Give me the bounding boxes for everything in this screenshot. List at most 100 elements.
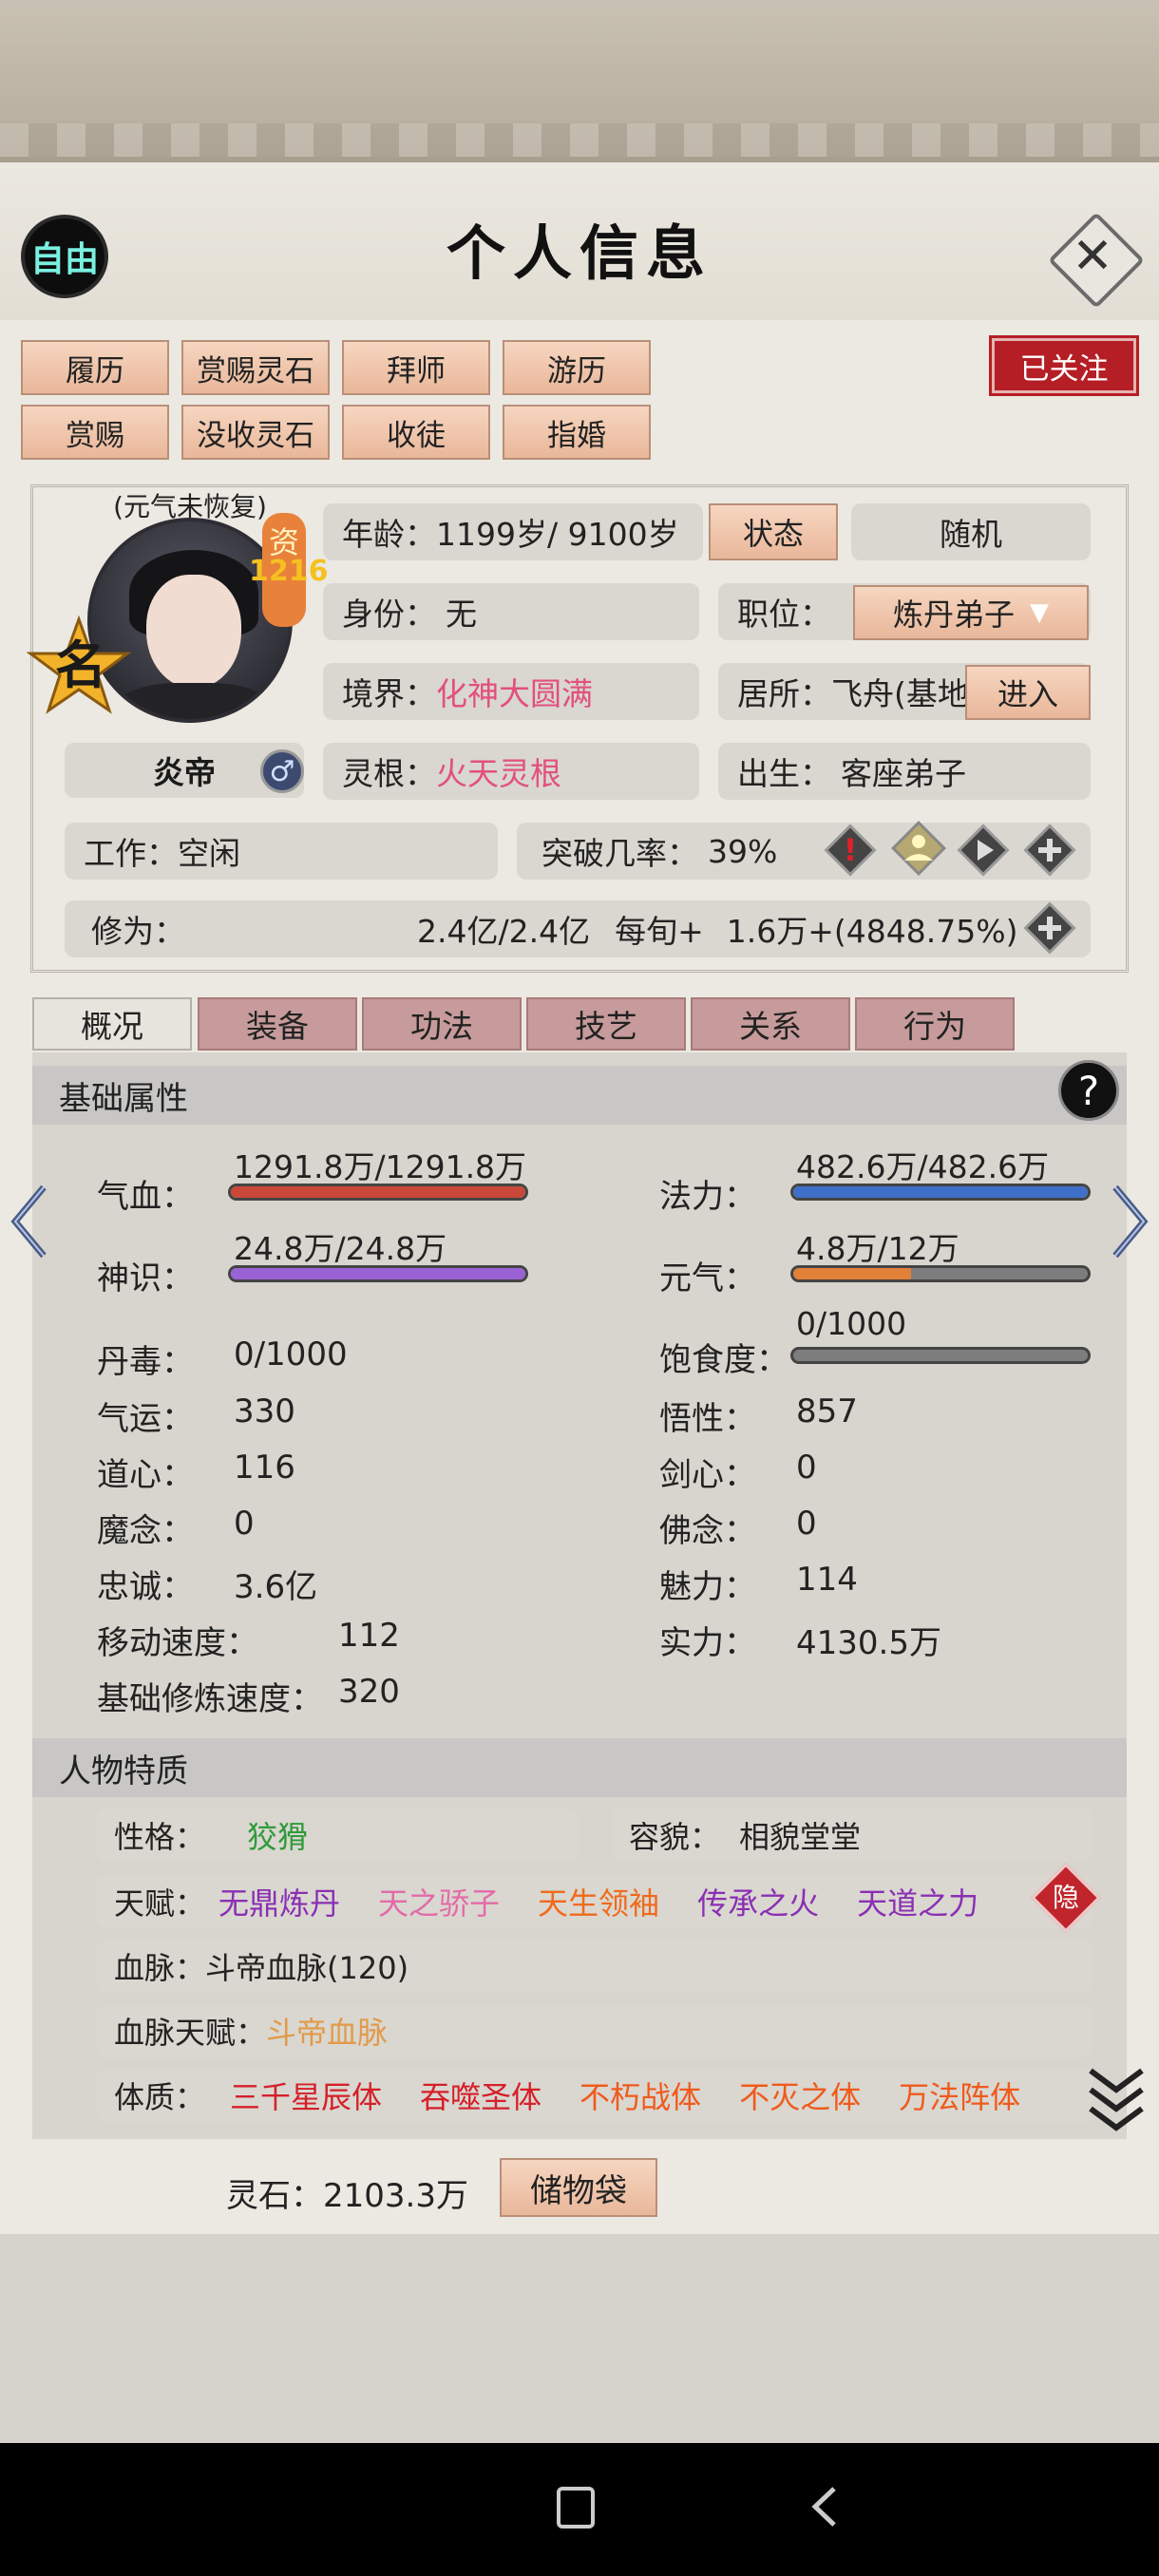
spirit-root-field: 灵根： 火天灵根 [323,743,699,800]
meditation-icon[interactable] [889,819,948,878]
talent-item[interactable]: 传承之火 [697,1880,819,1923]
help-icon[interactable]: ? [1058,1060,1119,1121]
play-icon[interactable] [956,823,1011,878]
residence-value: 飞舟(基地 [831,675,969,712]
bloodline-talent-label: 血脉天赋： [114,2015,267,2051]
random-label: 随机 [940,516,1002,553]
dao-value: 116 [234,1449,295,1487]
cultivation-value: 2.4亿/2.4亿 [417,913,591,950]
root-value: 火天灵根 [436,755,561,792]
buddha-value: 0 [796,1505,817,1543]
appearance-field: 容貌： 相貌堂堂 [612,1809,1092,1862]
power-label: 实力： [659,1624,756,1662]
appearance-value: 相貌堂堂 [739,1819,862,1855]
scenery-banner [0,0,1159,161]
physique-item[interactable]: 不朽战体 [580,2074,701,2117]
home-square-icon[interactable] [557,2487,595,2529]
previous-arrow-icon[interactable] [6,1174,53,1269]
work-value: 空闲 [178,835,240,872]
bloodline-talent-field: 血脉天赋： 斗帝血脉 [97,2004,1092,2057]
confiscate-stones-button[interactable]: 没收灵石 [181,405,330,460]
bloodline-value: 斗帝血脉(120) [205,1950,409,1986]
cultivation-plus-icon[interactable] [1022,900,1077,956]
age-label: 年龄： [342,516,436,553]
physique-item[interactable]: 三千星辰体 [230,2074,382,2117]
sense-bar [228,1265,528,1282]
per-turn-value: 1.6万+(4848.75%) [726,913,1018,950]
status-button[interactable]: 状态 [709,503,838,560]
charm-label: 魅力： [659,1568,756,1606]
talent-item[interactable]: 天道之力 [857,1880,978,1923]
traits-header: 人物特质 [32,1738,1127,1797]
physique-row: 体质： 三千星辰体 吞噬圣体 不朽战体 不灭之体 万法阵体 [97,2069,1092,2122]
physique-item[interactable]: 万法阵体 [899,2074,1020,2117]
arrange-marriage-button[interactable]: 指婚 [503,405,651,460]
work-field: 工作： 空闲 [65,823,498,880]
sword-label: 剑心： [659,1456,756,1494]
buddha-label: 佛念： [659,1512,756,1550]
page-title: 个人信息 [446,218,712,288]
position-select[interactable]: 炼丹弟子 ▼ [853,585,1089,640]
male-gender-icon[interactable]: ♂ [260,749,304,793]
residence-label: 居所： [737,675,831,712]
bottom-area [0,2234,1159,2443]
hp-label: 气血： [97,1178,194,1216]
sense-label: 神识： [97,1260,194,1297]
free-mode-button[interactable]: 自由 [21,215,108,298]
poison-value: 0/1000 [234,1335,348,1373]
reward-stones-button[interactable]: 赏赐灵石 [181,340,330,395]
random-button[interactable]: 随机 [851,503,1091,560]
warning-icon[interactable]: ! [823,823,878,878]
tab-skills[interactable]: 技艺 [526,997,686,1051]
apprentice-button[interactable]: 拜师 [342,340,490,395]
sense-bar-fill [231,1268,525,1279]
loyalty-label: 忠诚： [97,1568,194,1606]
talent-item[interactable]: 天之骄子 [378,1880,500,1923]
tab-equipment[interactable]: 装备 [198,997,357,1051]
demon-label: 魔念： [97,1512,194,1550]
talent-label: 天赋： [114,1885,206,1922]
cultivation-speed-value: 320 [338,1673,400,1711]
travel-button[interactable]: 游历 [503,340,651,395]
bloodline-label: 血脉： [114,1950,206,1986]
close-button[interactable]: ✕ [1048,212,1145,309]
reward-button[interactable]: 赏赐 [21,405,169,460]
birth-label: 出生： [737,755,831,792]
spirit-stone-label: 灵石： [226,2177,323,2215]
back-icon[interactable] [806,2483,844,2530]
satiety-value: 0/1000 [796,1305,907,1342]
fame-label: 名 [55,635,106,695]
cultivation-field: 修为： 2.4亿/2.4亿 每旬+ 1.6万+(4848.75%) [65,900,1091,957]
avatar-robe [110,683,277,719]
hidden-toggle-button[interactable]: 隐 [1041,1873,1091,1923]
tab-relations[interactable]: 关系 [691,997,850,1051]
talent-item[interactable]: 无鼎炼丹 [218,1880,340,1923]
vital-label: 元气： [659,1260,756,1297]
age-field: 年龄： 1199岁/ 9100岁 [323,503,703,560]
root-label: 灵根： [342,755,436,792]
hp-bar [228,1184,528,1201]
storage-bag-button[interactable]: 储物袋 [500,2158,657,2217]
plus-icon[interactable] [1022,823,1077,878]
next-arrow-icon[interactable] [1106,1174,1153,1269]
follow-button[interactable]: 已关注 [992,338,1136,393]
history-button[interactable]: 履历 [21,340,169,395]
position-label: 职位： [737,596,831,633]
wisdom-value: 857 [796,1392,858,1430]
talent-item[interactable]: 天生领袖 [538,1880,659,1923]
tab-overview[interactable]: 概况 [32,997,192,1051]
physique-item[interactable]: 不灭之体 [739,2074,861,2117]
take-disciple-button[interactable]: 收徒 [342,405,490,460]
personality-value: 狡猾 [247,1819,309,1855]
physique-item[interactable]: 吞噬圣体 [420,2074,542,2117]
tab-behavior[interactable]: 行为 [855,997,1015,1051]
identity-field: 身份： 无 [323,583,699,640]
spirit-stone-display: 灵石：2103.3万 [226,2169,468,2216]
vital-bar-fill [793,1268,911,1279]
scroll-down-icon[interactable] [1083,2061,1150,2137]
tab-techniques[interactable]: 功法 [362,997,522,1051]
enter-button[interactable]: 进入 [965,665,1091,720]
work-label: 工作： [84,835,178,872]
wisdom-label: 悟性： [659,1400,756,1438]
charm-value: 114 [796,1561,858,1599]
